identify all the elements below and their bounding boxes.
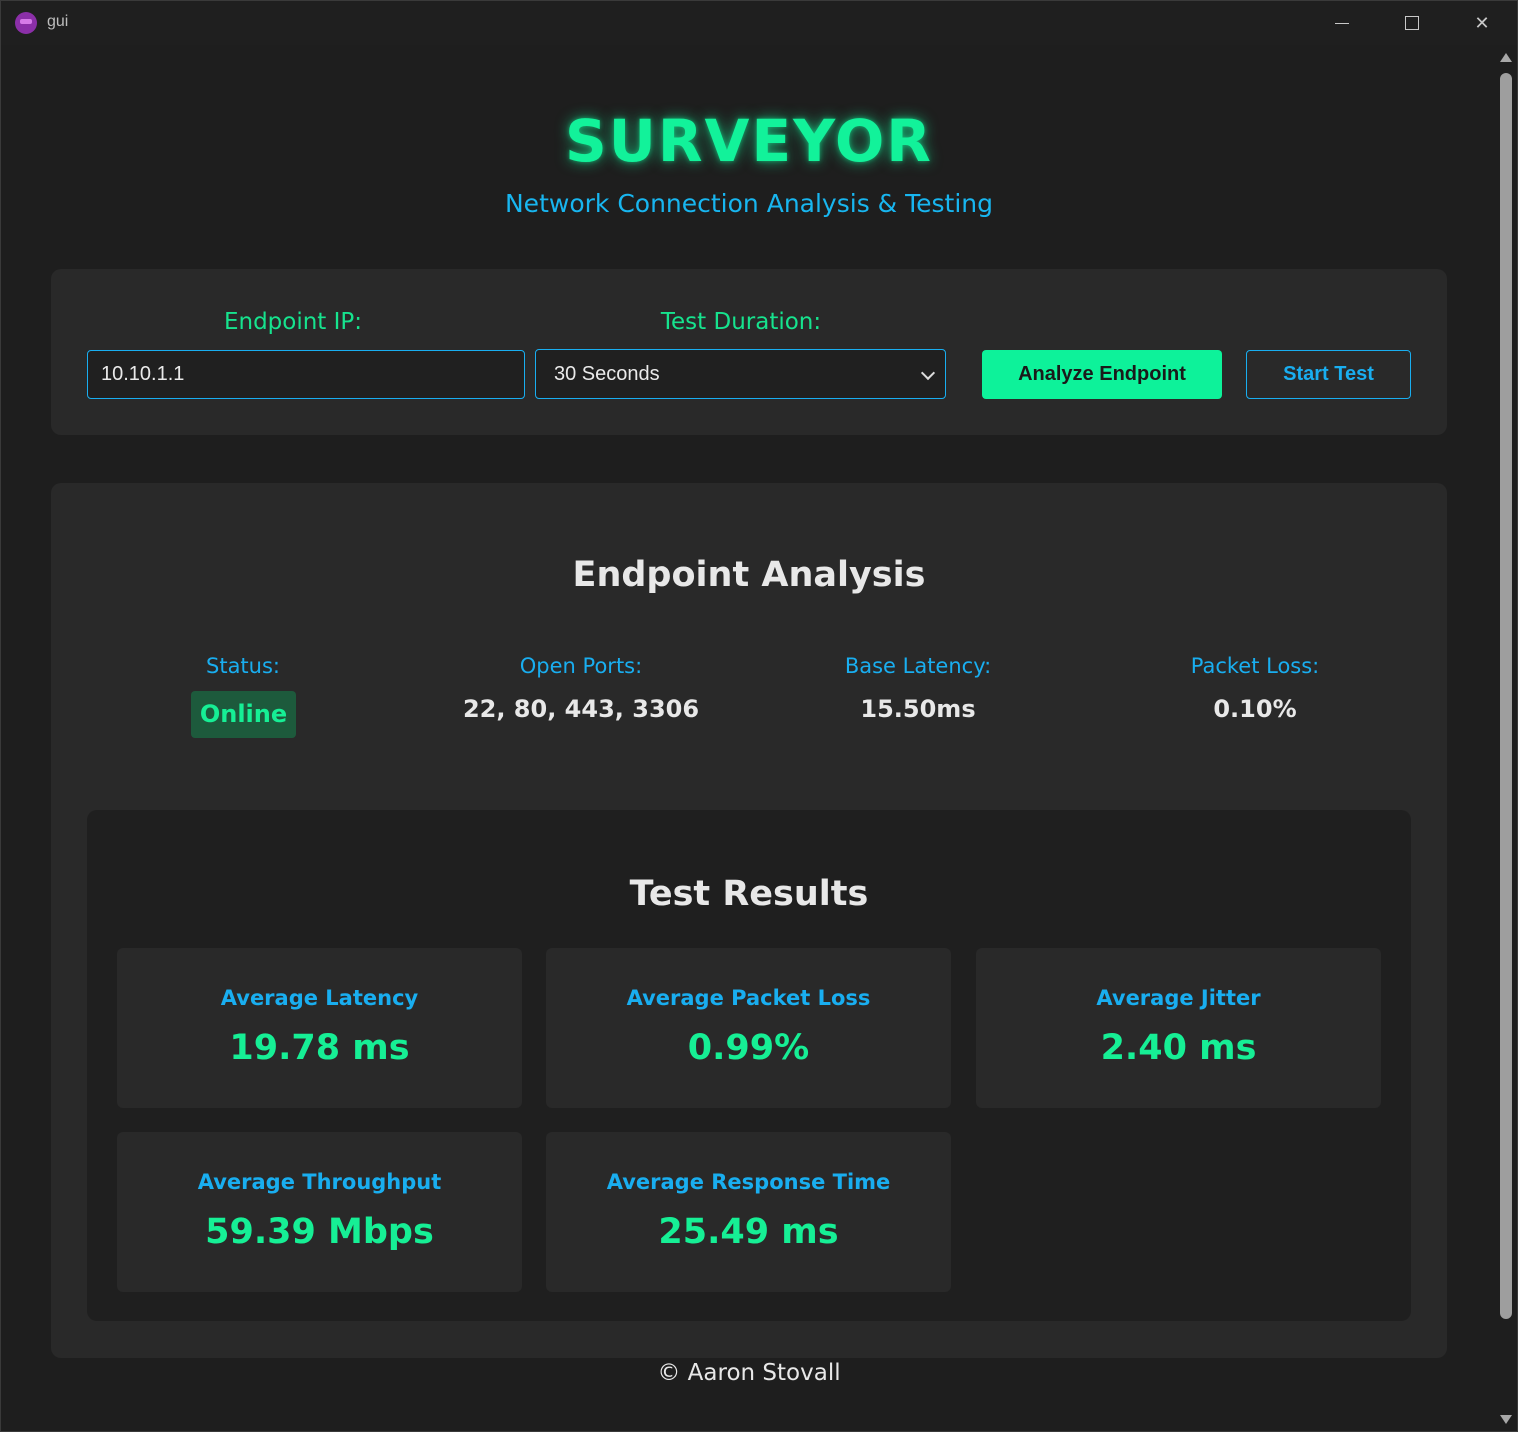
test-duration-value: 30 Seconds: [554, 363, 660, 385]
scrollbar-thumb[interactable]: [1500, 73, 1512, 1319]
endpoint-analysis-title: Endpoint Analysis: [572, 555, 926, 595]
minimize-button[interactable]: [1307, 1, 1377, 45]
result-card-label: Average Response Time: [606, 1170, 891, 1194]
close-button[interactable]: ✕: [1447, 1, 1517, 45]
result-card-value: 59.39 Mbps: [205, 1212, 434, 1252]
result-card-label: Average Throughput: [197, 1170, 442, 1194]
app-window: gui ✕ SURVEYOR Network Connection Analys…: [0, 0, 1518, 1432]
open-ports-label: Open Ports:: [519, 654, 643, 678]
endpoint-analysis-panel: Endpoint Analysis Status: Online Open Po…: [51, 483, 1447, 1358]
status-badge: Online: [191, 691, 296, 738]
scroll-down-icon[interactable]: [1500, 1415, 1512, 1424]
test-results-title: Test Results: [629, 874, 869, 914]
result-card-value: 0.99%: [687, 1028, 810, 1068]
result-card-label: Average Latency: [220, 986, 419, 1010]
result-card-throughput: Average Throughput 59.39 Mbps: [117, 1132, 522, 1292]
result-card-label: Average Packet Loss: [626, 986, 871, 1010]
app-subtitle: Network Connection Analysis & Testing: [504, 189, 993, 218]
close-icon: ✕: [1474, 12, 1490, 34]
base-latency-value: 15.50ms: [860, 695, 976, 723]
result-card-jitter: Average Jitter 2.40 ms: [976, 948, 1381, 1108]
title-bar[interactable]: gui ✕: [1, 1, 1517, 45]
result-card-packet-loss: Average Packet Loss 0.99%: [546, 948, 951, 1108]
result-card-response-time: Average Response Time 25.49 ms: [546, 1132, 951, 1292]
analyze-endpoint-button[interactable]: Analyze Endpoint: [982, 350, 1222, 399]
open-ports-value: 22, 80, 443, 3306: [462, 695, 700, 723]
scroll-up-icon[interactable]: [1500, 53, 1512, 62]
controls-panel: Endpoint IP: Test Duration: 10.10.1.1 30…: [51, 269, 1447, 435]
start-test-button[interactable]: Start Test: [1246, 350, 1411, 399]
endpoint-ip-label: Endpoint IP:: [223, 309, 363, 335]
app-icon: [15, 12, 37, 34]
packet-loss-label: Packet Loss:: [1190, 654, 1320, 678]
packet-loss-value: 0.10%: [1213, 695, 1297, 723]
chevron-down-icon: [920, 365, 936, 381]
test-results-panel: Test Results Average Latency 19.78 ms Av…: [87, 810, 1411, 1321]
maximize-icon: [1405, 16, 1419, 30]
result-card-value: 25.49 ms: [658, 1212, 839, 1252]
endpoint-ip-input[interactable]: 10.10.1.1: [87, 350, 525, 399]
result-card-latency: Average Latency 19.78 ms: [117, 948, 522, 1108]
vertical-scrollbar[interactable]: [1496, 45, 1517, 1431]
test-duration-label: Test Duration:: [660, 309, 822, 335]
copyright-footer: © Aaron Stovall: [657, 1360, 841, 1386]
status-label: Status:: [206, 654, 280, 678]
result-card-value: 2.40 ms: [1100, 1028, 1257, 1068]
app-title: SURVEYOR: [565, 107, 933, 175]
result-card-value: 19.78 ms: [229, 1028, 410, 1068]
minimize-icon: [1335, 22, 1349, 24]
test-duration-select[interactable]: 30 Seconds: [535, 349, 946, 399]
main-content: SURVEYOR Network Connection Analysis & T…: [2, 45, 1496, 1431]
maximize-button[interactable]: [1377, 1, 1447, 45]
window-title: gui: [47, 13, 69, 30]
result-card-label: Average Jitter: [1096, 986, 1261, 1010]
base-latency-label: Base Latency:: [844, 654, 992, 678]
